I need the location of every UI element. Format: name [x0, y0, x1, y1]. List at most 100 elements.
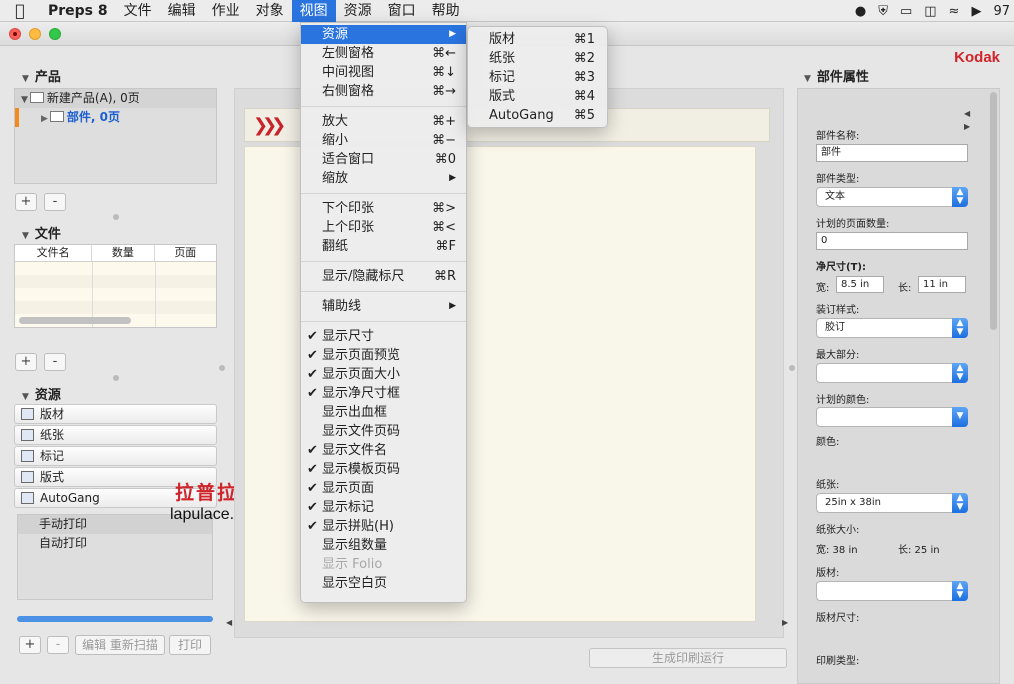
view-menu-item-5[interactable]: 放大 ⌘+: [301, 112, 466, 131]
menu-resources[interactable]: 资源: [336, 0, 380, 22]
column-pages[interactable]: 页面: [155, 245, 216, 261]
splitter-grip[interactable]: [113, 214, 119, 220]
plate-select[interactable]: ▲ ▼: [816, 581, 968, 601]
airplay-icon[interactable]: ▭: [900, 4, 912, 19]
collapse-chevrons-icon[interactable]: ❯❯❯: [253, 115, 286, 136]
menu-app[interactable]: Preps 8: [40, 0, 116, 22]
view-menu-item-31[interactable]: 显示空白页: [301, 574, 466, 593]
menu-view[interactable]: 视图: [291, 0, 336, 22]
menu-object[interactable]: 对象: [248, 0, 292, 22]
view-menu-item-25[interactable]: ✔ 显示模板页码: [301, 460, 466, 479]
menu-window[interactable]: 窗口: [380, 0, 424, 22]
generate-print-run-button[interactable]: 生成印刷运行: [589, 648, 787, 668]
view-menu-item-29[interactable]: 显示组数量: [301, 536, 466, 555]
vertical-scrollbar[interactable]: [990, 92, 997, 330]
view-menu-item-24[interactable]: ✔ 显示文件名: [301, 441, 466, 460]
planned-pages-input[interactable]: 0: [816, 232, 968, 250]
disclosure-triangle-icon[interactable]: ▼: [22, 74, 29, 84]
resource-marks[interactable]: 标记: [14, 446, 217, 466]
view-menu-item-8[interactable]: 缩放 ▶: [301, 169, 466, 188]
resources-submenu-item-3[interactable]: 版式 ⌘4: [468, 87, 607, 106]
remove-print-button[interactable]: -: [47, 636, 69, 654]
list-item-auto-print[interactable]: 自动打印: [18, 534, 212, 553]
view-menu-item-2[interactable]: 中间视图 ⌘↓: [301, 63, 466, 82]
resource-paper[interactable]: 纸张: [14, 425, 217, 445]
resources-submenu-item-2[interactable]: 标记 ⌘3: [468, 68, 607, 87]
add-product-button[interactable]: +: [15, 193, 37, 211]
view-menu-item-7[interactable]: 适合窗口 ⌘0: [301, 150, 466, 169]
panel-right-arrow-icon[interactable]: ▶: [964, 122, 970, 131]
view-menu-item-11[interactable]: 上个印张 ⌘<: [301, 218, 466, 237]
zoom-window-button[interactable]: [49, 28, 61, 40]
view-menu-item-26[interactable]: ✔ 显示页面: [301, 479, 466, 498]
resource-plate[interactable]: 版材: [14, 404, 217, 424]
view-menu-item-16[interactable]: 辅助线 ▶: [301, 297, 466, 316]
paper-select[interactable]: 25in x 38in ▲ ▼: [816, 493, 968, 513]
planned-colors-select[interactable]: ▼: [816, 407, 968, 427]
view-menu-item-21[interactable]: ✔ 显示净尺寸框: [301, 384, 466, 403]
battery-percent[interactable]: 97: [993, 4, 1010, 19]
wifi-icon[interactable]: ≈: [949, 4, 960, 19]
view-menu-item-20[interactable]: ✔ 显示页面大小: [301, 365, 466, 384]
display-icon[interactable]: ◫: [924, 4, 936, 19]
disclosure-triangle-icon[interactable]: ▼: [804, 74, 811, 84]
view-menu-item-27[interactable]: ✔ 显示标记: [301, 498, 466, 517]
trim-width-input[interactable]: 8.5 in: [836, 276, 884, 293]
binding-style-select[interactable]: 胶订 ▲ ▼: [816, 318, 968, 338]
view-menu-item-3[interactable]: 右侧窗格 ⌘→: [301, 82, 466, 101]
products-section-title[interactable]: ▼ 产品: [22, 66, 61, 85]
view-menu-item-0[interactable]: 资源 ▶: [301, 25, 466, 44]
menu-job[interactable]: 作业: [204, 0, 248, 22]
edit-rescan-button[interactable]: 编辑 重新扫描: [75, 635, 165, 655]
view-menu-item-19[interactable]: ✔ 显示页面预览: [301, 346, 466, 365]
shield-icon[interactable]: ⛨: [878, 4, 888, 19]
view-menu-item-12[interactable]: 翻纸 ⌘F: [301, 237, 466, 256]
remove-file-button[interactable]: -: [44, 353, 66, 371]
resources-section-title[interactable]: ▼ 资源: [22, 384, 61, 403]
view-menu-item-28[interactable]: ✔ 显示拼贴(H): [301, 517, 466, 536]
volume-icon[interactable]: ▶: [971, 4, 981, 19]
product-root-row[interactable]: ▼ 新建产品(A), 0页: [15, 89, 216, 108]
part-name-input[interactable]: 部件: [816, 144, 968, 162]
column-filename[interactable]: 文件名: [15, 245, 93, 261]
part-type-select[interactable]: 文本 ▲ ▼: [816, 187, 968, 207]
view-menu-item-18[interactable]: ✔ 显示尺寸: [301, 327, 466, 346]
disclosure-triangle-icon[interactable]: ▼: [22, 392, 29, 402]
view-menu-item-23[interactable]: 显示文件页码: [301, 422, 466, 441]
menu-help[interactable]: 帮助: [424, 0, 468, 22]
scroll-right-icon[interactable]: ▶: [782, 618, 788, 627]
add-file-button[interactable]: +: [15, 353, 37, 371]
splitter-grip[interactable]: [789, 365, 795, 371]
view-menu-item-1[interactable]: 左侧窗格 ⌘←: [301, 44, 466, 63]
print-button[interactable]: 打印: [169, 635, 211, 655]
view-menu-item-10[interactable]: 下个印张 ⌘>: [301, 199, 466, 218]
max-parts-select[interactable]: ▲ ▼: [816, 363, 968, 383]
trim-length-input[interactable]: 11 in: [918, 276, 966, 293]
resources-submenu-item-4[interactable]: AutoGang ⌘5: [468, 106, 607, 125]
view-menu-item-6[interactable]: 缩小 ⌘−: [301, 131, 466, 150]
view-menu-item-22[interactable]: 显示出血框: [301, 403, 466, 422]
part-properties-title[interactable]: ▼ 部件属性: [804, 66, 869, 85]
mark-icon: [21, 450, 34, 462]
add-print-button[interactable]: +: [19, 636, 41, 654]
disclosure-triangle-icon[interactable]: ▼: [22, 231, 29, 241]
horizontal-scrollbar[interactable]: [19, 317, 131, 324]
resources-submenu-item-1[interactable]: 纸张 ⌘2: [468, 49, 607, 68]
files-section-title[interactable]: ▼ 文件: [22, 223, 61, 242]
column-quantity[interactable]: 数量: [92, 245, 155, 261]
apple-menu-icon[interactable]: : [0, 1, 40, 20]
product-part-row[interactable]: ▶ 部件, 0页: [15, 108, 216, 127]
panel-left-arrow-icon[interactable]: ◀: [964, 109, 970, 118]
minimize-window-button[interactable]: [29, 28, 41, 40]
splitter-grip[interactable]: [219, 365, 225, 371]
menu-edit[interactable]: 编辑: [160, 0, 204, 22]
menu-file[interactable]: 文件: [116, 0, 160, 22]
remove-product-button[interactable]: -: [44, 193, 66, 211]
qq-icon[interactable]: ●: [855, 4, 866, 19]
disclosure-triangle-right-icon[interactable]: ▶: [41, 114, 48, 124]
resources-submenu-item-0[interactable]: 版材 ⌘1: [468, 30, 607, 49]
view-menu-item-14[interactable]: 显示/隐藏标尺 ⌘R: [301, 267, 466, 286]
disclosure-triangle-icon[interactable]: ▼: [21, 95, 28, 105]
splitter-grip[interactable]: [113, 375, 119, 381]
scroll-left-icon[interactable]: ◀: [226, 618, 232, 627]
